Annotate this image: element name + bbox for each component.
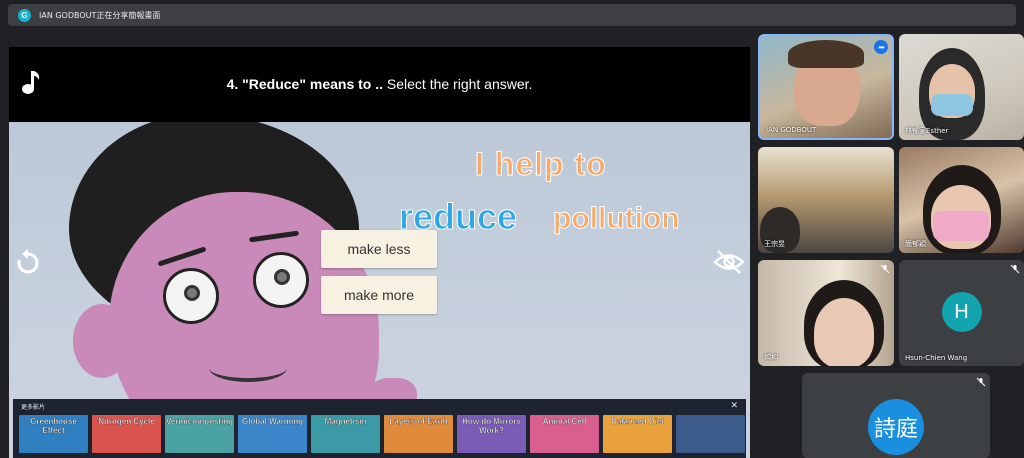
video-thumbnail-title: Vermicomposting — [165, 417, 234, 426]
question-instruction: Select the right answer. — [386, 76, 533, 92]
video-thumbnail[interactable]: Balanced Diet — [603, 415, 672, 453]
participant-name: 王宗昱 — [764, 240, 785, 248]
character-eye — [163, 268, 219, 324]
participant-tile[interactable]: ••• IAN GODBOUT — [758, 34, 894, 140]
video-thumbnail-title: Global Warming — [241, 417, 304, 426]
video-thumbnail-title: Layers of Earth — [389, 417, 448, 426]
participant-video — [931, 94, 973, 116]
more-videos-panel: 更多影片 ✕ Greenhouse Effect Nitrogen Cycle Ve… — [13, 399, 746, 458]
character-ear — [73, 304, 131, 378]
character-mouth — [209, 354, 287, 382]
slide-text-line1: I help to — [475, 146, 607, 183]
slide-text-pollution: pollution — [553, 202, 681, 236]
video-thumbnail-title: Balanced Diet — [611, 417, 664, 426]
participant-tile[interactable]: 林郁家Esther — [899, 34, 1024, 140]
meet-window: G IAN GODBOUT正在分享簡報畫面 4. "Reduce" means … — [0, 0, 1024, 458]
video-thumbnail-title: Nitrogen Cycle — [98, 417, 155, 426]
presenting-bar: G IAN GODBOUT正在分享簡報畫面 — [8, 4, 1016, 26]
more-videos-label: 更多影片 — [21, 404, 46, 411]
participant-video — [788, 40, 864, 68]
close-icon[interactable]: ✕ — [730, 400, 738, 411]
participant-name: 簡郁穎 — [905, 240, 926, 248]
participant-name: Hsun-Chien Wang — [905, 354, 968, 362]
slide-scene: I help to reduce pollution make less mak… — [9, 122, 750, 458]
video-thumbnail[interactable]: Layers of Earth — [384, 415, 453, 453]
replay-icon[interactable] — [15, 249, 41, 275]
video-thumbnail[interactable] — [676, 415, 745, 453]
video-thumbnail-title: Greenhouse Effect — [30, 417, 77, 435]
shared-screen: 4. "Reduce" means to .. Select the right… — [9, 47, 750, 458]
video-thumbnails: Greenhouse Effect Nitrogen Cycle Vermicomp… — [19, 415, 745, 453]
answer-make-less-button[interactable]: make less — [321, 230, 437, 268]
video-thumbnail[interactable]: Vermicomposting — [165, 415, 234, 453]
participant-name: 如如 — [764, 353, 778, 361]
video-thumbnail-title: How do Mirrors Work? — [462, 417, 521, 435]
participant-name: IAN GODBOUT — [766, 126, 817, 134]
character-eye — [253, 252, 309, 308]
participant-video — [814, 298, 874, 366]
video-thumbnail-title: Animal Cell — [542, 417, 587, 426]
question-bar: 4. "Reduce" means to .. Select the right… — [9, 47, 750, 122]
presenting-label: IAN GODBOUT正在分享簡報畫面 — [39, 10, 161, 20]
participant-avatar: H — [941, 292, 982, 332]
question-text: 4. "Reduce" means to .. Select the right… — [9, 76, 750, 92]
participant-avatar: 詩庭 — [868, 399, 924, 455]
participant-video — [933, 211, 989, 241]
mic-off-icon — [1010, 264, 1020, 274]
participant-tile[interactable]: 詩庭 — [802, 373, 990, 458]
video-thumbnail[interactable]: Magnetism — [311, 415, 380, 453]
mic-off-icon — [880, 264, 890, 274]
mic-off-icon — [976, 377, 986, 387]
video-thumbnail-title: Magnetism — [324, 417, 367, 426]
participant-tile[interactable]: H Hsun-Chien Wang — [899, 260, 1024, 366]
video-thumbnail[interactable]: Nitrogen Cycle — [92, 415, 161, 453]
answer-make-more-button[interactable]: make more — [321, 276, 437, 314]
video-thumbnail[interactable]: How do Mirrors Work? — [457, 415, 526, 453]
question-number: 4. "Reduce" means to .. — [226, 76, 383, 92]
participant-tile[interactable]: 如如 — [758, 260, 894, 366]
video-thumbnail[interactable]: Animal Cell — [530, 415, 599, 453]
presenter-avatar: G — [18, 8, 31, 22]
more-options-button[interactable]: ••• — [874, 40, 888, 54]
video-thumbnail[interactable]: Global Warming — [238, 415, 307, 453]
video-thumbnail[interactable]: Greenhouse Effect — [19, 415, 88, 453]
eye-off-icon[interactable] — [713, 249, 745, 275]
participant-name: 林郁家Esther — [905, 127, 949, 135]
participant-tile[interactable]: 王宗昱 — [758, 147, 894, 253]
participant-tile[interactable]: 簡郁穎 — [899, 147, 1024, 253]
